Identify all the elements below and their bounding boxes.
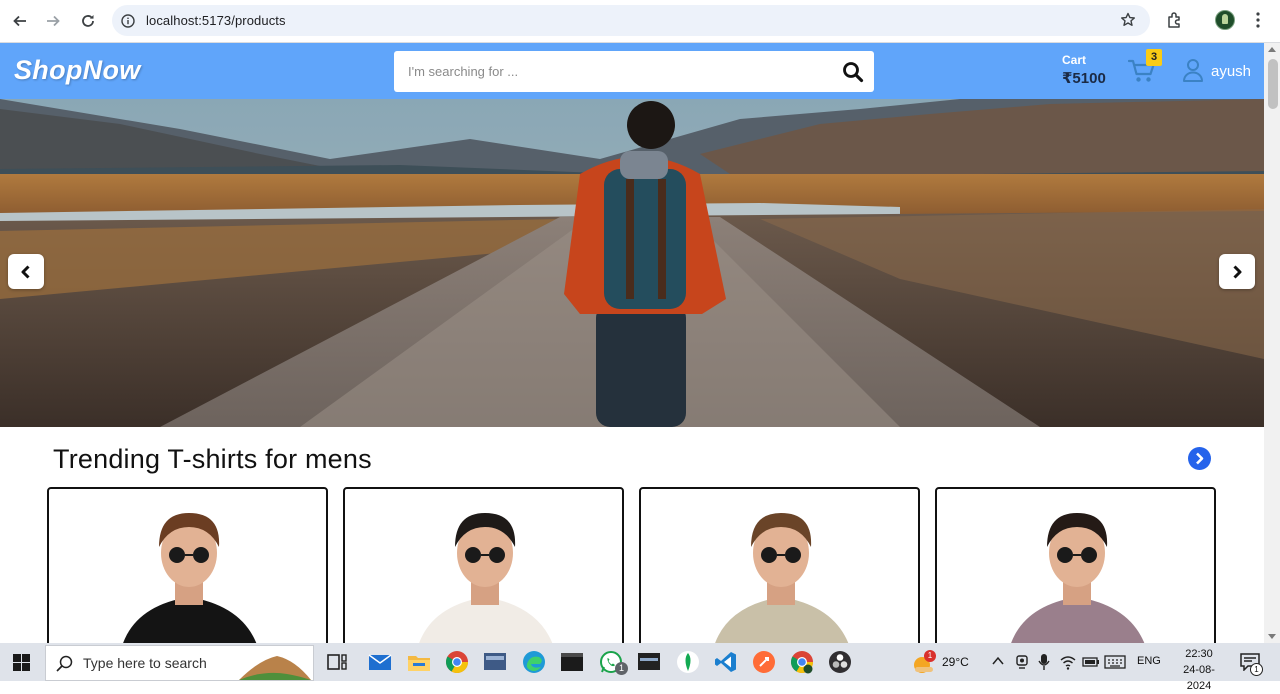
chevron-right-icon (1233, 264, 1242, 279)
app-window-icon[interactable] (483, 650, 507, 674)
taskbar-search-placeholder: Type here to search (83, 655, 207, 671)
site-header: ShopNow Cart ₹5100 3 ayush (0, 43, 1264, 99)
profile-avatar[interactable] (1215, 10, 1235, 30)
browser-toolbar: localhost:5173/products (0, 0, 1280, 43)
hero-prev-button[interactable] (8, 254, 44, 289)
clock-date: 24-08-2024 (1183, 664, 1215, 692)
windows-taskbar: Type here to search 1 1 29°C ENG 22:30 2… (0, 643, 1280, 692)
search-bar (394, 51, 874, 92)
microphone-icon[interactable] (1037, 653, 1051, 671)
cart-summary[interactable]: Cart ₹5100 (1062, 53, 1106, 87)
search-icon (56, 655, 73, 672)
back-button[interactable] (8, 9, 32, 33)
address-bar[interactable]: localhost:5173/products (112, 5, 1150, 36)
page-viewport: ShopNow Cart ₹5100 3 ayush (0, 43, 1280, 643)
taskbar-search[interactable]: Type here to search (45, 645, 314, 681)
terminal-icon[interactable] (560, 650, 584, 674)
product-image (419, 513, 553, 643)
cart-total: ₹5100 (1062, 70, 1106, 87)
arrow-left-icon (13, 15, 26, 27)
edge-icon[interactable] (522, 650, 546, 674)
file-explorer-icon[interactable] (407, 650, 431, 674)
hero-next-button[interactable] (1219, 254, 1255, 289)
section-next-icon[interactable] (1188, 447, 1211, 470)
chevron-left-icon (21, 264, 30, 279)
page-scrollbar[interactable] (1264, 43, 1280, 643)
hero-carousel (0, 99, 1264, 427)
chrome-icon[interactable] (445, 650, 469, 674)
extensions-icon[interactable] (1166, 11, 1184, 29)
arrow-right-icon (47, 15, 60, 27)
whatsapp-badge: 1 (615, 662, 628, 675)
vscode-icon[interactable] (714, 650, 738, 674)
scrollbar-thumb[interactable] (1268, 59, 1278, 109)
product-card[interactable] (935, 487, 1216, 643)
url-text: localhost:5173/products (146, 13, 286, 28)
taskbar-clock[interactable]: 22:30 24-08-2024 (1171, 646, 1227, 694)
product-card[interactable] (47, 487, 328, 643)
forward-button[interactable] (41, 9, 65, 33)
scroll-down-arrow-icon[interactable] (1268, 634, 1276, 639)
site-info-icon[interactable] (121, 13, 135, 28)
postman-icon[interactable] (752, 650, 776, 674)
product-image (715, 513, 849, 643)
reload-button[interactable] (76, 9, 100, 33)
scroll-up-arrow-icon[interactable] (1268, 47, 1276, 52)
reload-icon (82, 15, 94, 27)
weather-temperature[interactable]: 29°C (942, 655, 969, 669)
user-name[interactable]: ayush (1211, 63, 1251, 80)
language-indicator[interactable]: ENG (1137, 655, 1161, 667)
chrome-profile-icon[interactable] (790, 650, 814, 674)
app-window-icon[interactable] (637, 650, 661, 674)
hero-banner-image (0, 99, 1264, 427)
search-highlight-image (239, 656, 311, 680)
product-card[interactable] (639, 487, 920, 643)
mongodb-icon[interactable] (676, 650, 700, 674)
windows-start-icon[interactable] (13, 654, 30, 671)
search-icon[interactable] (842, 61, 864, 83)
battery-icon[interactable] (1082, 654, 1100, 670)
cart-label: Cart (1062, 53, 1087, 67)
product-image (123, 513, 257, 643)
task-view-icon[interactable] (325, 650, 349, 674)
more-menu-icon[interactable] (1250, 11, 1266, 29)
section-title: Trending T-shirts for mens (53, 444, 372, 474)
product-image (1011, 513, 1145, 643)
mail-icon[interactable] (368, 650, 392, 674)
obs-icon[interactable] (828, 650, 852, 674)
weather-badge: 1 (924, 650, 936, 662)
user-icon[interactable] (1182, 58, 1204, 82)
clock-time: 22:30 (1185, 648, 1213, 660)
camera-icon[interactable] (1014, 654, 1030, 670)
chevron-up-icon[interactable] (991, 654, 1005, 668)
site-logo[interactable]: ShopNow (14, 55, 141, 86)
keyboard-icon[interactable] (1104, 654, 1126, 670)
cart-count-badge: 3 (1146, 49, 1162, 66)
notifications-badge: 1 (1250, 663, 1263, 676)
search-input[interactable] (408, 64, 828, 79)
wifi-icon[interactable] (1060, 654, 1076, 670)
bookmark-star-icon[interactable] (1120, 12, 1136, 28)
product-card[interactable] (343, 487, 624, 643)
